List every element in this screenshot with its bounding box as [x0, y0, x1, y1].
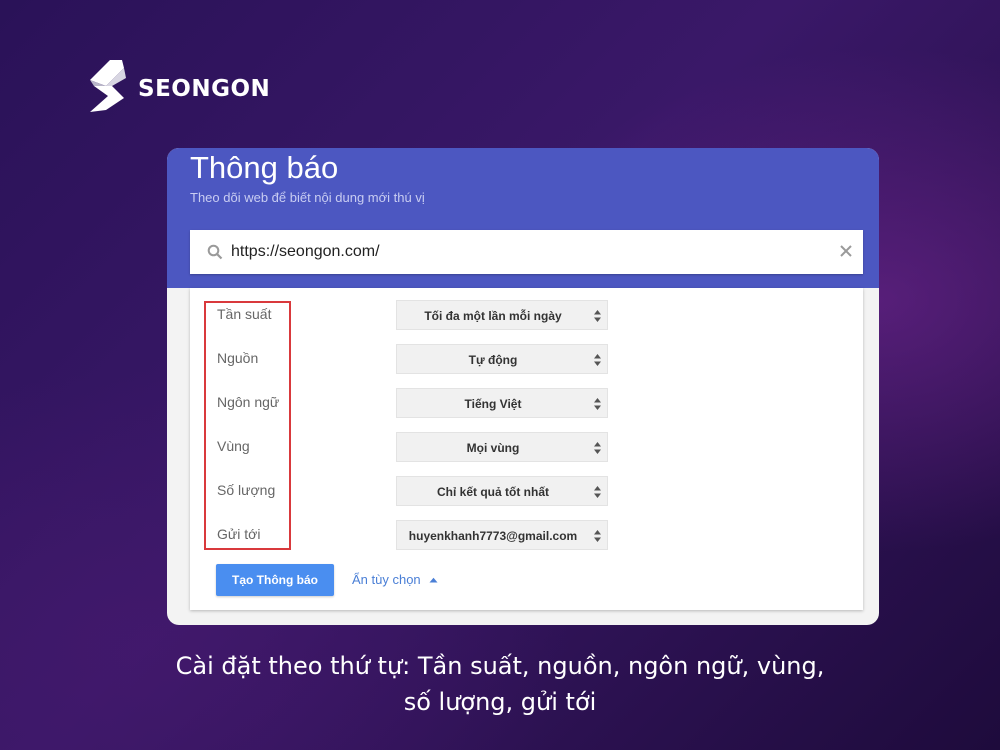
- caption-line-1: Cài đặt theo thứ tự: Tần suất, nguồn, ng…: [175, 652, 825, 680]
- frequency-select[interactable]: Tối đa một lần mỗi ngày: [396, 300, 608, 330]
- caret-up-icon: [429, 577, 438, 582]
- source-select[interactable]: Tự động: [396, 344, 608, 374]
- labels-highlight-box: [204, 301, 291, 550]
- select-value: Tối đa một lần mỗi ngày: [424, 309, 562, 323]
- option-row-region: Vùng Mọi vùng: [190, 432, 863, 462]
- hide-options-label: Ẩn tùy chọn: [352, 572, 421, 587]
- search-value[interactable]: https://seongon.com/: [231, 243, 380, 261]
- select-arrows-icon: [593, 397, 602, 416]
- seongon-logo-icon: [90, 60, 126, 112]
- option-row-quantity: Số lượng Chỉ kết quả tốt nhất: [190, 476, 863, 506]
- alerts-screenshot-card: Thông báo Theo dõi web để biết nội dung …: [167, 148, 879, 625]
- option-row-deliver-to: Gửi tới huyenkhanh7773@gmail.com: [190, 520, 863, 550]
- option-label: Gửi tới: [217, 526, 261, 542]
- select-value: Mọi vùng: [466, 441, 520, 455]
- alerts-header: Thông báo Theo dõi web để biết nội dung …: [167, 148, 879, 288]
- region-select[interactable]: Mọi vùng: [396, 432, 608, 462]
- search-input[interactable]: https://seongon.com/: [190, 230, 863, 274]
- select-value: Tiếng Việt: [464, 397, 522, 411]
- select-arrows-icon: [593, 441, 602, 460]
- option-row-frequency: Tần suất Tối đa một lần mỗi ngày: [190, 300, 863, 330]
- select-arrows-icon: [593, 485, 602, 504]
- option-row-source: Nguồn Tự động: [190, 344, 863, 374]
- option-row-language: Ngôn ngữ Tiếng Việt: [190, 388, 863, 418]
- option-label: Số lượng: [217, 482, 276, 498]
- quantity-select[interactable]: Chỉ kết quả tốt nhất: [396, 476, 608, 506]
- select-arrows-icon: [593, 529, 602, 548]
- create-alert-button[interactable]: Tạo Thông báo: [216, 564, 334, 596]
- brand-name: SEONGON: [138, 76, 271, 102]
- option-label: Vùng: [217, 438, 250, 454]
- caption-line-2: số lượng, gửi tới: [403, 688, 597, 716]
- close-icon[interactable]: [839, 244, 853, 263]
- brand-logo: SEONGON: [80, 58, 270, 114]
- caption: Cài đặt theo thứ tự: Tần suất, nguồn, ng…: [0, 648, 1000, 720]
- select-value: huyenkhanh7773@gmail.com: [408, 529, 578, 543]
- option-label: Nguồn: [217, 350, 259, 366]
- hide-options-link[interactable]: Ẩn tùy chọn: [352, 572, 438, 587]
- search-icon: [207, 244, 223, 265]
- select-value: Chỉ kết quả tốt nhất: [437, 485, 549, 499]
- deliver-to-select[interactable]: huyenkhanh7773@gmail.com: [396, 520, 608, 550]
- option-label: Tần suất: [217, 306, 272, 322]
- language-select[interactable]: Tiếng Việt: [396, 388, 608, 418]
- select-arrows-icon: [593, 353, 602, 372]
- select-arrows-icon: [593, 309, 602, 328]
- option-label: Ngôn ngữ: [217, 394, 280, 410]
- page-title: Thông báo: [190, 150, 339, 185]
- select-value: Tự động: [468, 353, 518, 367]
- options-panel: Tần suất Tối đa một lần mỗi ngày Nguồn T…: [190, 288, 863, 610]
- page-subtitle: Theo dõi web để biết nội dung mới thú vị: [190, 190, 425, 205]
